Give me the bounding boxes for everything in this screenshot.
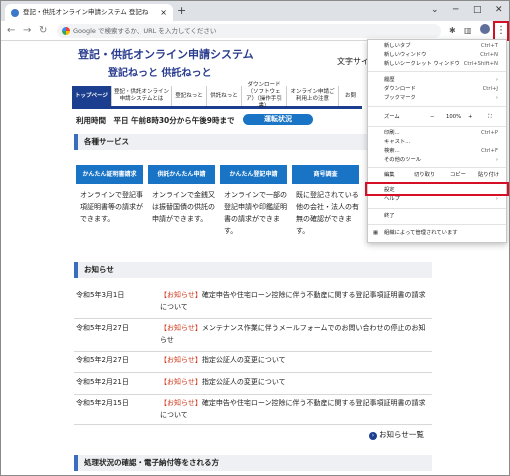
edit-paste-button[interactable]: 貼り付け <box>478 170 499 180</box>
menu-divider <box>368 126 506 127</box>
reload-icon[interactable]: ↻ <box>39 23 47 38</box>
news-list-link[interactable]: › お知らせ一覧 <box>369 429 424 440</box>
menu-new-incognito[interactable]: 新しいシークレット ウィンドウ Ctrl+Shift+N <box>368 60 506 69</box>
building-icon: ▦ <box>373 230 379 236</box>
service-registration-desc: オンラインで一部の登記申請や印鑑証明書の請求ができます。 <box>224 191 287 235</box>
menu-print[interactable]: 印刷... Ctrl+P <box>368 129 506 138</box>
service-trade-name-button[interactable]: 商号調査 <box>292 165 359 184</box>
font-size-label: 文字サイ <box>337 57 369 66</box>
news-row: 令和5年2月27日 【お知らせ】メンテナンス作業に伴うメールフォームでのお問い合… <box>74 322 432 352</box>
news-list-label: お知らせ一覧 <box>379 430 424 439</box>
zoom-value: 100% <box>446 114 462 120</box>
news-badge: 【お知らせ】 <box>160 399 202 407</box>
news-badge: 【お知らせ】 <box>160 324 202 332</box>
news-link[interactable]: 指定公証人の変更について <box>202 356 286 364</box>
news-date: 令和5年2月27日 <box>76 324 129 332</box>
edit-label: 編集 <box>384 172 395 178</box>
service-registration-button[interactable]: かんたん登記申請 <box>220 165 287 184</box>
kebab-highlight-box <box>493 21 509 41</box>
edit-copy-button[interactable]: コピー <box>450 170 466 180</box>
news-link[interactable]: 指定公証人の変更について <box>202 378 286 386</box>
zoom-in-button[interactable]: + <box>468 112 472 123</box>
menu-more-tools[interactable]: その他のツール › <box>368 156 506 165</box>
google-icon <box>62 27 70 35</box>
menu-zoom-row: ズーム − 100% + ⛶ <box>368 112 506 123</box>
service-certificate-desc: オンラインで登記事項証明書等の請求ができます。 <box>80 191 143 223</box>
news-date: 令和5年2月27日 <box>76 356 129 364</box>
news-badge: 【お知らせ】 <box>160 378 202 386</box>
arrow-circle-icon: › <box>369 432 377 440</box>
site-favicon-icon <box>11 9 19 17</box>
menu-new-tab[interactable]: 新しいタブ Ctrl+T <box>368 42 506 51</box>
back-arrow-icon[interactable]: ← <box>7 23 15 38</box>
minimize-button[interactable]: ─ <box>453 3 458 17</box>
service-trade-name-desc: 既に登記されている他の会社・法人の有無の確認ができます。 <box>296 191 359 235</box>
close-window-button[interactable]: ✕ <box>495 3 503 17</box>
address-placeholder: Google で検索するか、URL を入力してください <box>73 27 217 35</box>
address-bar[interactable]: Google で検索するか、URL を入力してください <box>57 24 441 38</box>
operation-status-button[interactable]: 運転状況 <box>243 114 313 125</box>
news-date: 令和5年2月21日 <box>76 378 129 386</box>
tab-search-chevron-icon[interactable]: ⌄ <box>431 3 439 17</box>
tab-title: 登記・供託オンライン申請システム 登記ね <box>23 8 149 16</box>
side-panel-icon[interactable]: ▥ <box>464 25 472 37</box>
site-title[interactable]: 登記・供託オンライン申請システム <box>78 46 254 62</box>
news-row: 令和5年2月27日 【お知らせ】指定公証人の変更について <box>74 354 432 373</box>
forward-arrow-icon[interactable]: → <box>23 23 31 38</box>
browser-window: 登記・供託オンライン申請システム 登記ね × + ⌄ ─ □ ✕ ← → ↻ G… <box>0 0 510 476</box>
news-row: 令和5年2月21日 【お知らせ】指定公証人の変更について <box>74 376 432 395</box>
service-certificate-button[interactable]: かんたん証明書請求 <box>76 165 143 184</box>
menu-divider <box>368 208 506 209</box>
global-nav: トップページ 登記・供託オンライン申請システムとは 登記ねっと 供託ねっと ダウ… <box>72 82 362 109</box>
news-heading: お知らせ <box>74 262 432 278</box>
browser-toolbar: ← → ↻ Google で検索するか、URL を入力してください ✱ ▥ <box>1 21 509 41</box>
nav-touki-net[interactable]: 登記ねっと <box>172 86 207 106</box>
menu-history[interactable]: 履歴 › <box>368 76 506 85</box>
nav-about[interactable]: 登記・供託オンライン申請システムとは <box>112 86 172 106</box>
news-row: 令和5年2月15日 【お知らせ】確定申告や住宅ローン控除に伴う不動産に関する登記… <box>74 397 432 425</box>
tab-strip: 登記・供託オンライン申請システム 登記ね × + ⌄ ─ □ ✕ <box>1 1 509 21</box>
procedure-heading: 処理状況の確認・電子納付等をされる方 <box>74 455 432 471</box>
new-tab-button[interactable]: + <box>177 4 186 18</box>
menu-divider <box>368 224 506 225</box>
menu-find[interactable]: 検索... Ctrl+F <box>368 147 506 156</box>
menu-divider <box>368 167 506 168</box>
extensions-puzzle-icon[interactable]: ✱ <box>449 25 456 37</box>
news-row: 令和5年3月1日 【お知らせ】確定申告や住宅ローン控除に伴う不動産に関する登記事… <box>74 289 432 319</box>
zoom-label: ズーム <box>384 114 400 120</box>
menu-divider <box>368 106 506 107</box>
service-deposit-button[interactable]: 供託かんたん申請 <box>148 165 215 184</box>
profile-avatar[interactable] <box>480 24 490 34</box>
menu-downloads[interactable]: ダウンロード Ctrl+J <box>368 85 506 94</box>
menu-divider <box>368 71 506 72</box>
nav-online-notes[interactable]: オンライン申請ご利用上の注意 <box>287 86 339 106</box>
nav-contact[interactable]: お問 <box>339 86 362 106</box>
menu-help[interactable]: ヘルプ › <box>368 195 506 204</box>
fullscreen-icon[interactable]: ⛶ <box>488 112 492 123</box>
edit-cut-button[interactable]: 切り取り <box>414 170 435 180</box>
menu-cast[interactable]: キャスト... <box>368 138 506 147</box>
site-subtitle: 登記ねっと 供託ねっと <box>108 68 212 79</box>
business-hours: 利用時間 平日 午前8時30分から午後9時まで <box>76 116 235 125</box>
news-badge: 【お知らせ】 <box>160 356 202 364</box>
tab-close-icon[interactable]: × <box>160 4 167 21</box>
menu-bookmarks[interactable]: ブックマーク › <box>368 94 506 103</box>
menu-managed-notice[interactable]: ▦ 組織によって管理されています <box>368 229 506 238</box>
chrome-menu: 新しいタブ Ctrl+T 新しいウィンドウ Ctrl+N 新しいシークレット ウィン… <box>367 39 507 243</box>
settings-highlight-box <box>365 182 509 196</box>
menu-new-window[interactable]: 新しいウィンドウ Ctrl+N <box>368 51 506 60</box>
maximize-button[interactable]: □ <box>473 3 482 17</box>
browser-tab[interactable]: 登記・供託オンライン申請システム 登記ね × <box>5 4 173 21</box>
nav-kyotaku-net[interactable]: 供託ねっと <box>207 86 242 106</box>
news-date: 令和5年2月15日 <box>76 399 129 407</box>
menu-exit[interactable]: 終了 <box>368 212 506 221</box>
service-deposit-desc: オンラインで金銭又は振替国債の供託の申請ができます。 <box>152 191 215 223</box>
news-date: 令和5年3月1日 <box>76 291 125 299</box>
menu-edit-row: 編集 切り取り コピー 貼り付け <box>368 170 506 180</box>
nav-top-page[interactable]: トップページ <box>72 86 112 106</box>
zoom-out-button[interactable]: − <box>430 112 434 123</box>
nav-download[interactable]: ダウンロード（ソフトウェア）（操作手引書） <box>242 82 287 109</box>
news-badge: 【お知らせ】 <box>160 291 202 299</box>
